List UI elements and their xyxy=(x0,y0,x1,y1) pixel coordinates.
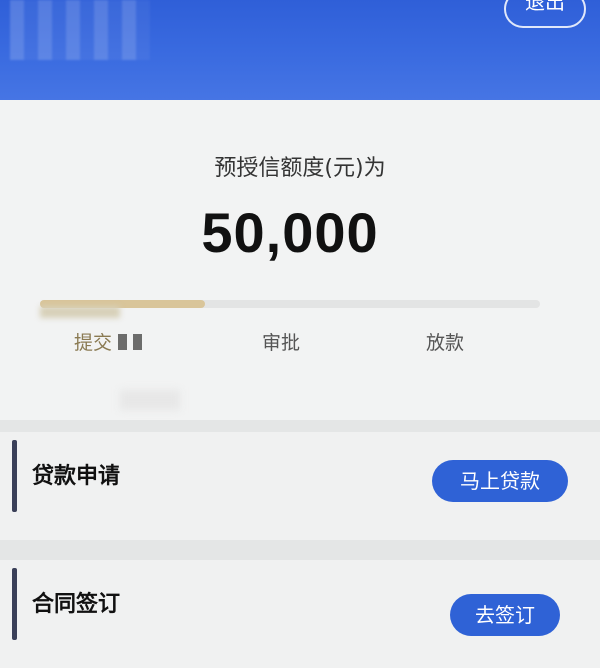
progress-blur xyxy=(40,306,120,318)
step-submit-label: 提交 xyxy=(74,332,113,354)
step-disburse: 放款 xyxy=(426,332,465,354)
section-accent-bar xyxy=(12,568,17,640)
loan-application-section: 贷款申请 马上贷款 xyxy=(0,432,600,540)
step-submit: 提交 xyxy=(74,328,143,355)
step-review: 审批 xyxy=(262,332,301,354)
logout-button[interactable]: 退出 xyxy=(504,0,586,28)
blurred-region xyxy=(120,390,180,410)
quota-label: 预授信额度(元)为 xyxy=(214,156,386,181)
apply-loan-button[interactable]: 马上贷款 xyxy=(432,460,568,502)
step-current-marker xyxy=(118,334,128,350)
app-header: 退出 xyxy=(0,0,600,100)
loan-application-title: 贷款申请 xyxy=(32,464,121,489)
credit-quota-card: 预授信额度(元)为 50,000 提交 审批 放款 xyxy=(0,100,600,420)
blurred-user-info xyxy=(10,0,150,60)
section-accent-bar xyxy=(12,440,17,512)
sign-contract-button[interactable]: 去签订 xyxy=(450,594,560,636)
contract-signing-title: 合同签订 xyxy=(32,592,121,617)
quota-amount: 50,000 xyxy=(201,201,379,264)
step-current-marker-2 xyxy=(133,334,143,350)
contract-signing-section: 合同签订 去签订 xyxy=(0,560,600,668)
